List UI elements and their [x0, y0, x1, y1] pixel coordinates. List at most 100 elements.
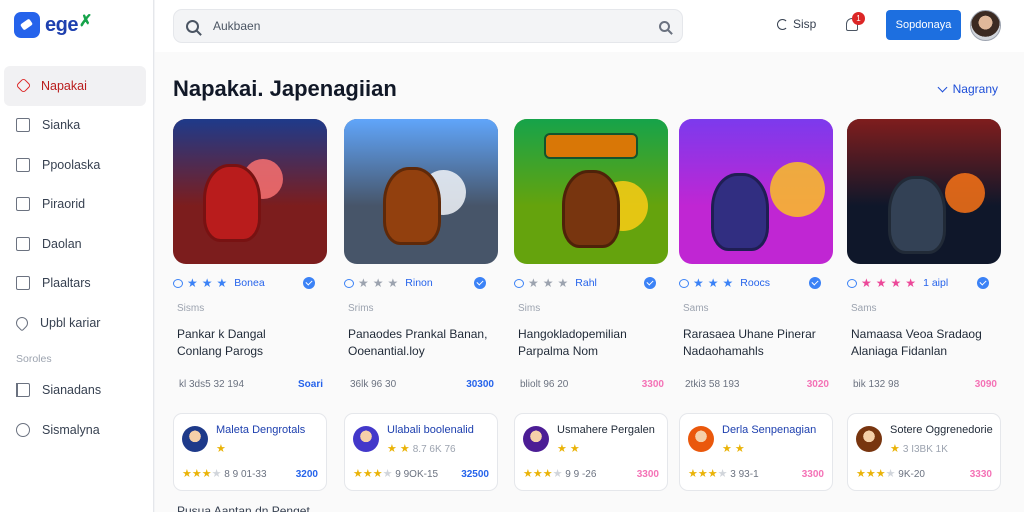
game-title[interactable]: Pankar k Dangal Conlang Parogs	[173, 326, 329, 360]
star-icon: ★	[697, 468, 708, 480]
star-icon: ★	[552, 468, 563, 480]
card-title[interactable]: Usmahere Pergalen	[557, 424, 655, 436]
sidebar-item-sismalyna[interactable]: Sismalyna	[4, 410, 146, 450]
rating-row: ★ ★ ★ Rahl	[514, 276, 670, 290]
featured-card[interactable]: Derla Senpenagian ★ ★ ★★★★ 3 93-1 3300	[679, 413, 833, 491]
app-logo[interactable]: ege ✗	[14, 12, 92, 38]
star-icon: ★	[865, 468, 876, 480]
game-title-line: Rarasaea Uhane Pinerar	[683, 327, 816, 341]
game-title-line: Namaasa Veoa Sradaog	[851, 327, 982, 341]
game-price[interactable]: Soari	[298, 379, 323, 390]
star-icon: ★	[875, 276, 887, 290]
sidebar-item-label: Sismalyna	[42, 422, 100, 437]
sort-dropdown[interactable]: Nagrany	[937, 82, 998, 96]
game-title[interactable]: Namaasa Veoa Sradaog Alaniaga Fidanlan	[847, 326, 1003, 360]
card-price[interactable]: 32500	[461, 469, 489, 480]
game-price[interactable]: 3300	[642, 379, 664, 390]
star-icon: ★	[387, 276, 399, 290]
square-icon	[16, 118, 30, 133]
search-icon	[186, 19, 199, 33]
sidebar-item-ppoolaska[interactable]: Ppoolaska	[4, 145, 146, 185]
game-category: Sams	[851, 303, 877, 314]
star-icon: ★	[905, 276, 917, 290]
card-title[interactable]: Maleta Dengrotals	[216, 424, 305, 436]
game-tile[interactable]: ★ ★ ★ Roocs Sams Rarasaea Uhane Pinerar Na…	[679, 119, 835, 390]
search-submit-icon[interactable]	[659, 20, 670, 32]
card-title[interactable]: Ulabali boolenalid	[387, 424, 474, 436]
search-box[interactable]	[173, 9, 683, 43]
comment-icon	[847, 278, 857, 288]
star-icon: ★	[688, 468, 698, 480]
sync-button[interactable]: Sisp	[777, 17, 816, 31]
rating-row: ★ ★ ★ ★ 1 aipl	[847, 276, 1003, 290]
card-sub-text: 3 I3BK 1K	[902, 444, 948, 455]
rating-row: ★ ★ ★ Rinon	[344, 276, 500, 290]
game-price[interactable]: 3020	[807, 379, 829, 390]
chevron-down-icon	[937, 82, 948, 92]
search-input[interactable]	[213, 19, 659, 33]
game-tile[interactable]: ★ ★ ★ Rahl Sims Hangokladopemilian Parpalm…	[514, 119, 670, 390]
card-rating: ★★★★ 9K-20	[856, 468, 925, 481]
sidebar-item-plaaltars[interactable]: Plaaltars	[4, 264, 146, 304]
game-thumbnail[interactable]	[847, 119, 1001, 264]
verified-icon	[474, 277, 486, 289]
game-tile[interactable]: ★ ★ ★ ★ 1 aipl Sams Namaasa Veoa Sradaog Al…	[847, 119, 1003, 390]
sidebar-item-label: Daolan	[42, 236, 82, 251]
card-price[interactable]: 3330	[970, 469, 992, 480]
star-icon: ★	[875, 468, 886, 480]
card-title[interactable]: Sotere Oggrenedorie	[890, 424, 993, 436]
rating-row: ★ ★ ★ Bonea	[173, 276, 329, 290]
sidebar-item-piraorid[interactable]: Piraorid	[4, 185, 146, 225]
game-stats: 36lk 96 30	[350, 379, 397, 390]
star-icon: ★	[353, 468, 363, 480]
game-category: Sams	[683, 303, 709, 314]
card-price[interactable]: 3300	[802, 469, 824, 480]
user-avatar[interactable]	[970, 10, 1001, 41]
thumbnail-character	[203, 164, 261, 242]
game-thumbnail[interactable]	[344, 119, 498, 264]
game-title[interactable]: Hangokladopemilian Parpalma Nom	[514, 326, 670, 360]
card-footer: ★★★★ 3 93-1 3300	[688, 468, 824, 481]
game-title[interactable]: Panaodes Prankal Banan, Ooenantial.loy	[344, 326, 500, 360]
thumbnail-character	[711, 173, 769, 251]
sidebar-item-daolan[interactable]: Daolan	[4, 224, 146, 264]
primary-action-button[interactable]: Sopdonaya	[886, 10, 961, 40]
featured-card[interactable]: Usmahere Pergalen ★ ★ ★★★★ 9 9 -26 3300	[514, 413, 668, 491]
game-thumbnail[interactable]	[514, 119, 668, 264]
logo-text: ege	[45, 13, 78, 36]
game-thumbnail[interactable]	[173, 119, 327, 264]
thumbnail-glow	[770, 162, 825, 217]
featured-card[interactable]: Sotere Oggrenedorie ★ 3 I3BK 1K ★★★★ 9K-…	[847, 413, 1001, 491]
game-category: Sisms	[177, 303, 205, 314]
star-icon: ★	[372, 276, 384, 290]
featured-card[interactable]: Ulabali boolenalid ★ ★ 8.7 6K 76 ★★★★ 9 9…	[344, 413, 498, 491]
game-title[interactable]: Rarasaea Uhane Pinerar Nadaohamahls	[679, 326, 835, 360]
rating-label: Rinon	[405, 277, 433, 289]
card-stats: 9K-20	[898, 469, 925, 480]
verified-icon	[977, 277, 989, 289]
card-price[interactable]: 3200	[296, 469, 318, 480]
star-icon: ★	[387, 443, 397, 455]
game-thumbnail[interactable]	[679, 119, 833, 264]
card-title[interactable]: Derla Senpenagian	[722, 424, 816, 436]
star-icon: ★	[885, 468, 896, 480]
featured-card[interactable]: Maleta Dengrotals ★ ★★★★ 8 9 01-33 3200	[173, 413, 327, 491]
game-stats: bliolt 96 20	[520, 379, 569, 390]
card-stats: 9 9OK-15	[395, 469, 439, 480]
main-content: Napakai. Japenagiian Nagrany ★ ★ ★ Bonea S…	[155, 52, 1024, 512]
card-footer: ★★★★ 9 9OK-15 32500	[353, 468, 489, 481]
game-tile[interactable]: ★ ★ ★ Bonea Sisms Pankar k Dangal Conlang …	[173, 119, 329, 390]
card-rating: ★★★★ 9 9 -26	[523, 468, 596, 481]
game-tile[interactable]: ★ ★ ★ Rinon Srims Panaodes Prankal Banan, …	[344, 119, 500, 390]
sidebar-item-napakai[interactable]: Napakai	[4, 66, 146, 106]
card-price[interactable]: 3300	[637, 469, 659, 480]
sidebar-item-upbl-kariar[interactable]: Upbl kariar	[4, 303, 146, 343]
game-meta: kl 3ds5 32 194 Soari	[173, 379, 329, 390]
sidebar-item-sianadans[interactable]: Sianadans	[4, 371, 146, 411]
game-price[interactable]: 30300	[466, 379, 494, 390]
sidebar-item-sianka[interactable]: Sianka	[4, 106, 146, 146]
game-price[interactable]: 3090	[975, 379, 997, 390]
star-icon: ★	[542, 468, 553, 480]
game-title-line: Parpalma Nom	[518, 344, 599, 358]
game-title-line: Nadaohamahls	[683, 344, 764, 358]
